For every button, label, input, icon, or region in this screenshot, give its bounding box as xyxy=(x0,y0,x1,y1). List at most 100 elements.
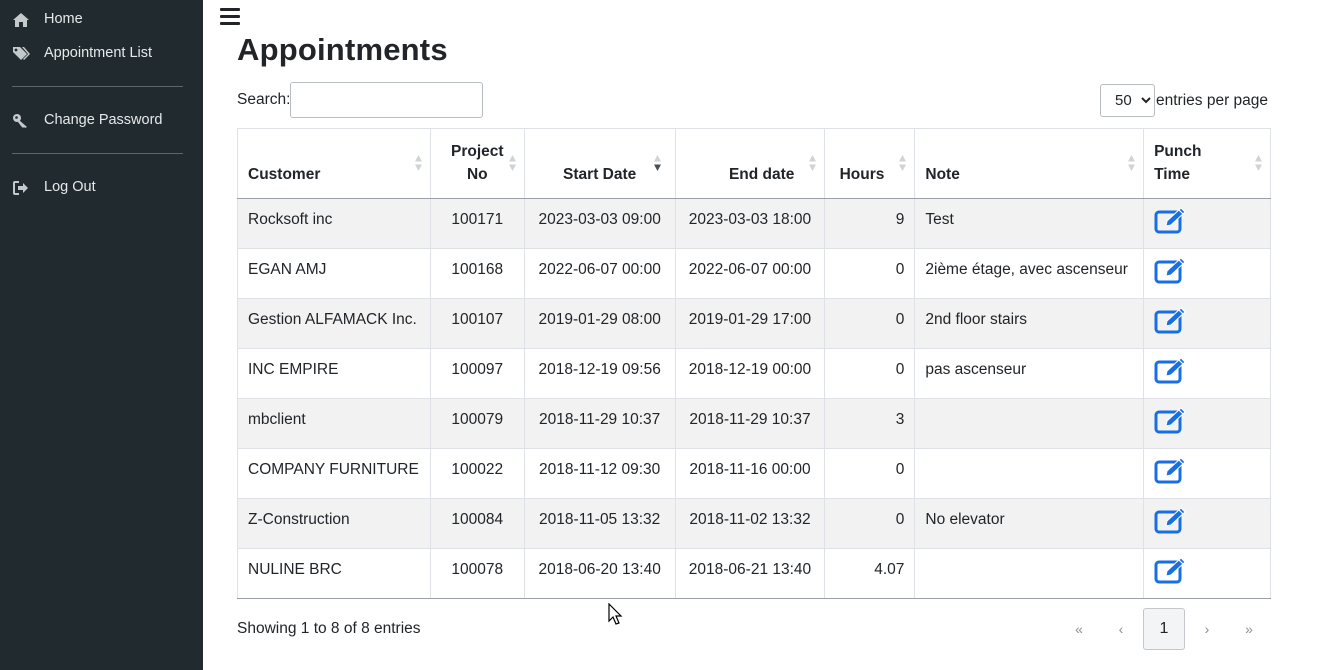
cell-start-date: 2019-01-29 08:00 xyxy=(523,298,676,349)
sidebar-item-change-password[interactable]: Change Password xyxy=(0,109,203,133)
edit-icon[interactable] xyxy=(1154,506,1188,534)
cell-end-date: 2022-06-07 00:00 xyxy=(674,248,825,299)
cell-end-date: 2019-01-29 17:00 xyxy=(674,298,825,349)
sidebar-item-label: Change Password xyxy=(44,112,163,128)
table-row: Gestion ALFAMACK Inc. 100107 2019-01-29 08… xyxy=(237,298,1271,349)
cell-customer: mbclient xyxy=(237,398,431,449)
search-input[interactable] xyxy=(290,82,483,118)
cell-punch-time xyxy=(1143,448,1271,499)
edit-icon[interactable] xyxy=(1154,206,1188,234)
cell-start-date: 2023-03-03 09:00 xyxy=(523,198,676,249)
sort-icon xyxy=(414,155,422,171)
table-info: Showing 1 to 8 of 8 entries xyxy=(237,620,421,637)
cell-note xyxy=(914,448,1144,499)
cell-punch-time xyxy=(1143,198,1271,249)
cell-punch-time xyxy=(1143,348,1271,399)
cell-project-no: 100078 xyxy=(429,548,525,599)
edit-icon[interactable] xyxy=(1154,256,1188,284)
table-row: Z-Construction 100084 2018-11-05 13:32 2018… xyxy=(237,498,1271,549)
sidebar: Home Appointment List Change Password Lo… xyxy=(0,0,203,670)
edit-icon[interactable] xyxy=(1154,556,1188,584)
cell-project-no: 100171 xyxy=(429,198,525,249)
column-header-punch-time[interactable]: Punch Time xyxy=(1143,128,1271,199)
cell-punch-time xyxy=(1143,248,1271,299)
entries-per-page-select[interactable]: 50 xyxy=(1100,84,1155,117)
cell-punch-time xyxy=(1143,548,1271,599)
table-row: COMPANY FURNITURE 100022 2018-11-12 09:30 2… xyxy=(237,448,1271,499)
sort-icon xyxy=(1255,155,1262,171)
cell-punch-time xyxy=(1143,298,1271,349)
cell-project-no: 100079 xyxy=(429,398,525,449)
cell-hours: 0 xyxy=(824,498,915,549)
cell-end-date: 2018-12-19 00:00 xyxy=(674,348,825,399)
search-label: Search: xyxy=(237,91,291,108)
column-header-start-date[interactable]: Start Date xyxy=(523,128,676,199)
cell-note: No elevator xyxy=(914,498,1144,549)
column-header-hours[interactable]: Hours xyxy=(824,128,915,199)
sign-out-icon xyxy=(13,181,28,195)
sort-icon xyxy=(508,155,516,171)
cell-note: pas ascenseur xyxy=(914,348,1144,399)
cell-hours: 0 xyxy=(824,298,915,349)
cell-note: 2ième étage, avec ascenseur xyxy=(914,248,1144,299)
sort-icon xyxy=(899,155,907,171)
cell-customer: Rocksoft inc xyxy=(237,198,431,249)
main-content: Appointments Search: 50 entries per page… xyxy=(203,0,1321,670)
home-icon xyxy=(13,13,29,27)
cell-project-no: 100084 xyxy=(429,498,525,549)
sort-icon xyxy=(809,155,817,171)
column-header-note[interactable]: Note xyxy=(914,128,1144,199)
cell-hours: 0 xyxy=(824,448,915,499)
sidebar-item-log-out[interactable]: Log Out xyxy=(0,176,203,200)
cell-note xyxy=(914,398,1144,449)
pagination-last[interactable]: » xyxy=(1228,608,1270,650)
column-header-project-no[interactable]: Project No xyxy=(429,128,525,199)
table-row: NULINE BRC 100078 2018-06-20 13:40 2018-06-… xyxy=(237,548,1271,599)
table-row: INC EMPIRE 100097 2018-12-19 09:56 2018-12-… xyxy=(237,348,1271,399)
sidebar-item-home[interactable]: Home xyxy=(0,8,203,32)
tags-icon xyxy=(13,47,30,60)
cell-end-date: 2018-11-02 13:32 xyxy=(674,498,825,549)
sidebar-item-appointment-list[interactable]: Appointment List xyxy=(0,42,203,66)
cell-start-date: 2018-12-19 09:56 xyxy=(523,348,676,399)
cell-start-date: 2022-06-07 00:00 xyxy=(523,248,676,299)
cell-end-date: 2023-03-03 18:00 xyxy=(674,198,825,249)
edit-icon[interactable] xyxy=(1154,306,1188,334)
cell-punch-time xyxy=(1143,498,1271,549)
key-icon xyxy=(13,114,27,128)
cell-project-no: 100097 xyxy=(429,348,525,399)
pagination-prev[interactable]: ‹ xyxy=(1100,608,1142,650)
cell-customer: NULINE BRC xyxy=(237,548,431,599)
cell-hours: 0 xyxy=(824,348,915,399)
cell-punch-time xyxy=(1143,398,1271,449)
cell-customer: COMPANY FURNITURE xyxy=(237,448,431,499)
column-header-customer[interactable]: Customer xyxy=(237,128,431,199)
sort-icon xyxy=(1128,155,1136,171)
table-row: mbclient 100079 2018-11-29 10:37 2018-11-29… xyxy=(237,398,1271,449)
sidebar-divider xyxy=(12,86,183,87)
cell-hours: 9 xyxy=(824,198,915,249)
edit-icon[interactable] xyxy=(1154,406,1188,434)
column-header-end-date[interactable]: End date xyxy=(674,128,825,199)
table-body: Rocksoft inc 100171 2023-03-03 09:00 2023-0… xyxy=(237,198,1271,599)
pagination-first[interactable]: « xyxy=(1058,608,1100,650)
appointments-table: Customer Project No Start Date End date H… xyxy=(237,128,1271,599)
cell-customer: EGAN AMJ xyxy=(237,248,431,299)
cell-end-date: 2018-11-29 10:37 xyxy=(674,398,825,449)
cell-start-date: 2018-11-29 10:37 xyxy=(523,398,676,449)
cell-note xyxy=(914,548,1144,599)
entries-per-page-label: entries per page xyxy=(1156,92,1269,109)
cell-start-date: 2018-11-05 13:32 xyxy=(523,498,676,549)
cell-hours: 4.07 xyxy=(824,548,915,599)
pagination-page-1[interactable]: 1 xyxy=(1143,608,1185,650)
edit-icon[interactable] xyxy=(1154,356,1188,384)
mouse-cursor-icon xyxy=(608,603,623,625)
sidebar-item-label: Appointment List xyxy=(44,45,153,61)
table-row: Rocksoft inc 100171 2023-03-03 09:00 2023-0… xyxy=(237,198,1271,249)
pagination-next[interactable]: › xyxy=(1186,608,1228,650)
cell-project-no: 100168 xyxy=(429,248,525,299)
cell-customer: INC EMPIRE xyxy=(237,348,431,399)
edit-icon[interactable] xyxy=(1154,456,1188,484)
table-header-row: Customer Project No Start Date End date H… xyxy=(237,128,1271,199)
menu-toggle-icon[interactable] xyxy=(220,8,240,26)
